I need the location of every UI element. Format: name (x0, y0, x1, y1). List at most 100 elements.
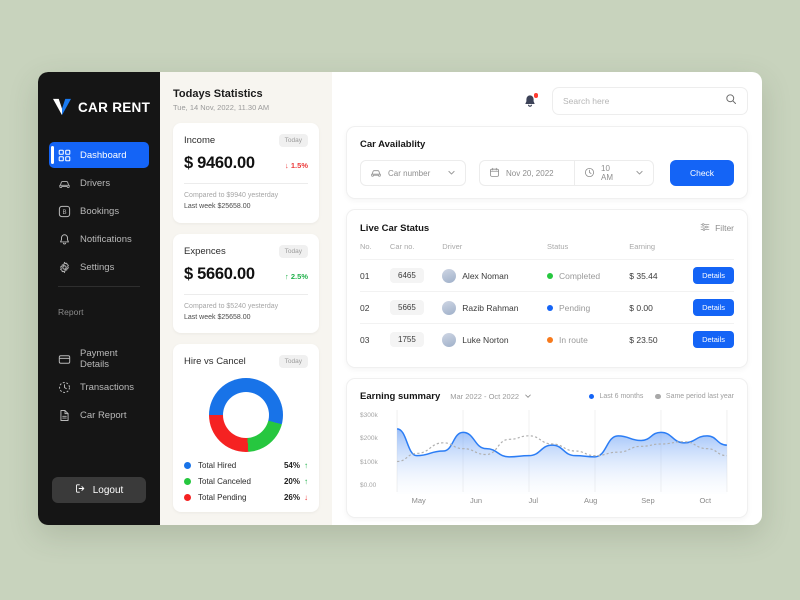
y-tick-label: $100k (360, 458, 378, 466)
table-row[interactable]: 02 5665 Razib Rahman Pending $ 0.00 Deta… (360, 291, 734, 324)
search-icon[interactable] (725, 92, 737, 110)
legend-value: 54% (283, 461, 300, 471)
avatar (442, 300, 457, 315)
car-number-value: Car number (388, 168, 431, 178)
status-dot (546, 272, 553, 279)
details-button[interactable]: Details (693, 331, 734, 348)
logout-icon (75, 483, 86, 497)
donut-chart (209, 378, 283, 453)
card-title: Income (184, 135, 216, 146)
notification-badge (533, 93, 538, 98)
legend-item-current: Last 6 months (588, 393, 643, 400)
search-input[interactable] (563, 96, 719, 106)
x-tick-label: Aug (583, 496, 598, 505)
donut-legend-row: Total Canceled 20% ↑ (184, 477, 308, 486)
filter-label: Filter (715, 223, 734, 233)
expences-card-head: Expences Today (184, 244, 308, 258)
chart-plot-area (390, 410, 734, 494)
income-note-2: Last week $25658.00 (184, 202, 251, 210)
x-tick-label: Jul (528, 496, 539, 505)
sidebar-item-settings[interactable]: Settings (49, 254, 149, 280)
arrow-up-icon: ↑ (304, 477, 308, 487)
sidebar-item-dashboard[interactable]: Dashboard (49, 142, 149, 168)
svg-text:B: B (62, 208, 66, 215)
report-nav: Payment Details Transactions Car Report (38, 346, 160, 428)
date-range-select[interactable]: Mar 2022 - Oct 2022 (450, 392, 532, 402)
logout-container: Logout (38, 477, 160, 525)
page-title: Todays Statistics (173, 88, 263, 100)
table-row[interactable]: 03 1755 Luke Norton In route $ 23.50 Det… (360, 323, 734, 355)
table-header-row: No. Car no. Driver Status Earning (360, 242, 734, 260)
sidebar-item-car-report[interactable]: Car Report (49, 402, 149, 428)
sidebar-item-transactions[interactable]: Transactions (49, 374, 149, 400)
search-box[interactable] (552, 87, 748, 115)
table-row[interactable]: 01 6465 Alex Noman Completed $ 35.44 Det… (360, 259, 734, 292)
gear-icon (58, 261, 71, 274)
car-rent-logo-icon (52, 98, 72, 116)
donut-chart-wrap (184, 378, 308, 453)
column-header: Earning (629, 242, 656, 251)
period-badge[interactable]: Today (278, 134, 308, 147)
legend-item-previous: Same period last year (655, 393, 734, 400)
sidebar-item-label: Settings (80, 261, 115, 273)
sidebar-item-label: Notifications (80, 233, 132, 245)
car-availability-panel: Car Availablity Car number Nov 20, 2022 (346, 126, 748, 199)
date-range-value: Mar 2022 - Oct 2022 (450, 392, 520, 401)
legend-dot (588, 393, 595, 400)
topbar (346, 86, 748, 116)
details-button[interactable]: Details (693, 299, 734, 316)
car-number-select[interactable]: Car number (360, 160, 466, 186)
expences-amount: $ 5660.00 (184, 264, 255, 283)
chevron-down-icon (524, 392, 532, 402)
filter-button[interactable]: Filter (700, 222, 734, 234)
sidebar-item-label: Transactions (80, 381, 135, 393)
chart-area-fill (397, 428, 727, 494)
row-status: Completed (546, 259, 630, 292)
row-earning: $ 0.00 (629, 291, 690, 324)
notifications-button[interactable] (522, 93, 538, 109)
date-value: Nov 20, 2022 (506, 168, 554, 178)
arrow-up-icon: ↑ (285, 271, 289, 281)
sidebar-item-payment-details[interactable]: Payment Details (49, 346, 149, 372)
time-select[interactable]: 10 AM (574, 160, 654, 186)
page-subtitle: Tue, 14 Nov, 2022, 11.30 AM (173, 103, 270, 112)
legend-label: Total Canceled (198, 477, 251, 487)
x-axis-labels: May Jun Jul Aug Sep Oct (390, 496, 734, 505)
column-header (689, 242, 734, 260)
logout-button[interactable]: Logout (52, 477, 146, 503)
period-badge[interactable]: Today (278, 355, 308, 369)
main-content: Car Availablity Car number Nov 20, 2022 (332, 72, 762, 525)
legend-value: 26% (283, 493, 300, 503)
live-status-title: Live Car Status (360, 222, 430, 234)
card-title: Expences (184, 245, 226, 257)
sidebar: CAR RENT Dashboard Drivers B Bookings No… (38, 72, 160, 525)
sidebar-item-notifications[interactable]: Notifications (49, 226, 149, 252)
chart-svg (396, 410, 728, 494)
x-tick-label: Sep (641, 496, 655, 505)
sidebar-item-bookings[interactable]: B Bookings (49, 198, 149, 224)
calendar-icon (489, 167, 500, 180)
period-badge[interactable]: Today (278, 244, 308, 258)
filter-icon (700, 222, 710, 234)
delta-value: 2.5% (290, 271, 308, 281)
primary-nav: Dashboard Drivers B Bookings Notificatio… (38, 142, 160, 280)
income-amount-row: $ 9460.00 ↓ 1.5% (184, 154, 308, 173)
legend-dot (184, 478, 191, 486)
sidebar-item-label: Drivers (80, 177, 111, 189)
x-tick-label: Jun (469, 496, 483, 505)
income-card: Income Today $ 9460.00 ↓ 1.5% Compared t… (173, 123, 319, 223)
check-button[interactable]: Check (670, 160, 734, 186)
details-button[interactable]: Details (693, 267, 734, 284)
expences-note-1: Compared to $5240 yesterday (184, 302, 279, 310)
expences-note-2: Last week $25658.00 (184, 313, 251, 321)
live-car-status-panel: Live Car Status Filter No. Car no. Driver S… (346, 209, 748, 368)
date-select[interactable]: Nov 20, 2022 (479, 160, 574, 186)
row-earning: $ 35.44 (629, 259, 690, 292)
column-header: No. (360, 242, 372, 251)
earning-summary-panel: Earning summary Mar 2022 - Oct 2022 Last… (346, 378, 748, 518)
sidebar-item-drivers[interactable]: Drivers (49, 170, 149, 196)
legend-dot (184, 462, 191, 470)
earning-chart: $0.00 $100k $200k $300k (360, 410, 734, 494)
row-driver: Razib Rahman (442, 291, 547, 324)
status-badge: Pending (558, 302, 591, 313)
